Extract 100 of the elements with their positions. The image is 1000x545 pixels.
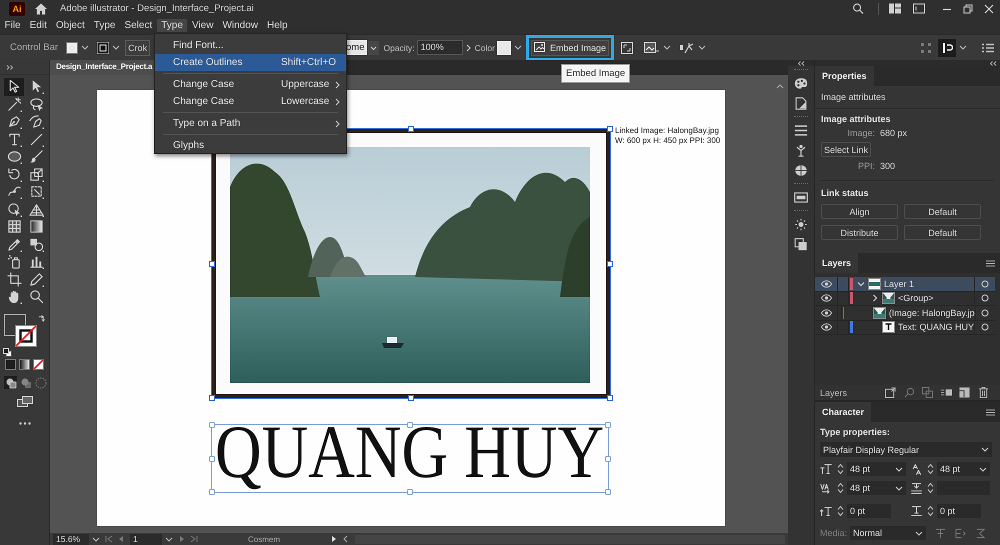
layer-row[interactable]: Layer 1 [815,277,995,292]
overlap-squares-icon[interactable] [922,387,933,398]
collapse-arrows-icon[interactable] [797,60,805,66]
target-circle-icon[interactable] [981,294,989,302]
no-color-icon[interactable] [33,358,44,370]
stepper-icon[interactable] [837,482,844,494]
chevron-down-icon[interactable] [368,40,380,54]
color-swatch-icon[interactable] [496,40,511,54]
eye-icon[interactable] [821,323,832,332]
selection-handle[interactable] [607,126,613,132]
stepper-icon[interactable] [927,505,934,517]
value-field[interactable]: 48 pt [847,462,906,476]
page-number-field[interactable]: 1 [130,534,162,544]
chevron-down-icon[interactable] [979,466,987,472]
chevron-right-icon[interactable] [871,294,879,302]
sun-icon[interactable] [794,218,808,230]
stepper-icon[interactable] [837,463,844,475]
chevron-down-icon[interactable] [81,45,90,50]
target-circle-icon[interactable] [981,308,989,317]
new-layer-icon[interactable] [959,387,970,398]
horizontal-scrollbar[interactable] [355,534,785,544]
menu-item[interactable]: Object [51,19,90,32]
selection-handle[interactable] [209,260,215,266]
character-tab[interactable]: Character [815,402,872,422]
menu-option[interactable]: Change Case Uppercase [155,76,346,93]
value-field[interactable]: 0 pt [937,504,981,518]
bracket-lines-icon[interactable] [955,528,966,538]
globe-icon[interactable] [794,164,808,176]
selection-handle[interactable] [209,395,215,401]
panel-menu-icon[interactable] [986,408,995,416]
menu-item[interactable]: Type [89,19,120,32]
image-frame-icon[interactable] [620,42,633,54]
panel-menu-icon[interactable] [986,260,995,266]
menu-option[interactable]: Change Case Lowercase [155,93,346,110]
draw-inside-icon[interactable] [34,376,47,388]
export-square-icon[interactable] [885,387,896,398]
selection-handle[interactable] [407,422,413,428]
chevron-down-icon[interactable] [981,447,989,452]
chevron-right-icon[interactable] [466,44,471,52]
selection-handle[interactable] [407,489,413,495]
opacity-field[interactable]: 100% [416,40,463,55]
eye-icon[interactable] [821,280,832,288]
search-icon[interactable] [852,3,864,14]
font-family-dropdown[interactable]: Playfair Display Regular [820,442,992,457]
puppet-pin-icon[interactable] [678,42,695,54]
value-field[interactable]: 48 pt [847,481,906,495]
selection-handle[interactable] [209,422,215,428]
chevron-down-icon[interactable] [895,466,903,472]
expand-arrows-icon[interactable] [6,64,14,70]
home-icon[interactable] [34,2,48,14]
layer-row[interactable]: <Group> [815,292,995,306]
value-field[interactable]: 0 pt [847,504,891,518]
stepper-icon[interactable] [837,505,844,517]
menu-item[interactable]: View [187,19,218,32]
stacked-squares-icon[interactable] [794,238,808,250]
default-colors-icon[interactable] [3,348,12,356]
layers-tab[interactable]: Layers [815,253,858,273]
draw-normal-icon[interactable] [4,376,17,388]
selection-handle[interactable] [605,456,611,462]
rectangle-icon[interactable] [794,190,808,204]
close-icon[interactable] [984,4,994,14]
chevron-down-icon[interactable] [514,45,522,50]
selection-handle[interactable] [605,422,611,428]
target-circle-icon[interactable] [981,323,989,332]
selection-handle[interactable] [408,126,414,132]
value-field[interactable]: 48 pt [937,462,990,476]
chevron-down-icon[interactable] [92,536,100,542]
gradient-icon[interactable] [19,358,30,370]
document-icon[interactable] [794,96,808,110]
eye-icon[interactable] [821,308,832,317]
layer-row[interactable]: (Image: HalongBay.jp [815,306,995,320]
play-icon[interactable] [330,535,338,543]
restore-icon[interactable] [963,4,973,14]
fill-stroke-swatches-icon[interactable] [4,314,37,346]
menu-option[interactable]: Glyphs [155,137,346,154]
menu-item[interactable]: Edit [25,19,52,32]
stepper-icon[interactable] [927,463,934,475]
panel-button[interactable]: Align [821,204,898,219]
next-page-icon[interactable] [178,535,186,543]
last-page-icon[interactable] [190,535,198,543]
more-dots-icon[interactable] [19,422,31,424]
menu-item[interactable]: File [0,19,26,32]
target-circle-icon[interactable] [981,280,989,288]
selection-handle[interactable] [209,456,215,462]
properties-tab[interactable]: Properties [815,66,874,86]
selection-handle[interactable] [607,395,613,401]
panel-button[interactable]: Default [904,204,981,219]
fill-swatch-icon[interactable] [66,42,78,54]
menu-option[interactable]: Find Font... [155,37,346,54]
stacked-lines-icon[interactable] [794,124,808,136]
image-trace-icon[interactable] [644,42,660,54]
menu-option[interactable]: Create Outlines Shift+Ctrl+O [155,54,346,71]
figure-icon[interactable] [794,144,808,156]
menu-item[interactable]: Select [120,19,157,32]
workspace-grid-icon[interactable] [889,3,901,14]
menu-item[interactable]: Help [262,19,292,32]
first-page-icon[interactable] [105,535,113,543]
selection-handle[interactable] [605,489,611,495]
layer-row[interactable]: Text: QUANG HUY [815,320,995,335]
list-icon[interactable] [982,42,994,52]
